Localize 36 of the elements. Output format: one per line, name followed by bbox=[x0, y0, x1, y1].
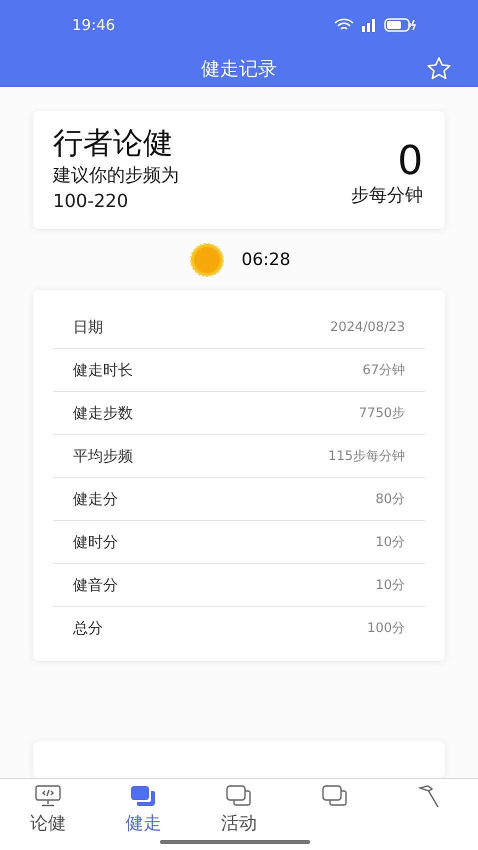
squares-icon bbox=[322, 785, 348, 807]
record-value: 10分 bbox=[375, 577, 405, 594]
record-value: 67分钟 bbox=[362, 362, 405, 380]
record-value: 100分 bbox=[367, 620, 405, 638]
record-label: 健走步数 bbox=[73, 404, 133, 423]
summary-title: 行者论健 bbox=[53, 125, 174, 163]
signal-icon bbox=[361, 18, 377, 32]
nav-tab[interactable]: 活动 bbox=[191, 779, 287, 850]
record-value: 115步每分钟 bbox=[328, 448, 405, 466]
status-time: 19:46 bbox=[72, 16, 116, 34]
wifi-icon bbox=[334, 18, 354, 32]
record-label: 平均步频 bbox=[73, 446, 133, 466]
sunrise-time: 06:28 bbox=[242, 250, 290, 270]
record-value: 10分 bbox=[375, 534, 405, 552]
cadence-range: 100-220 bbox=[53, 190, 130, 214]
record-value: 2024/08/23 bbox=[330, 320, 405, 335]
record-value: 7750步 bbox=[358, 405, 405, 422]
cadence-unit: 步每分钟 bbox=[351, 184, 423, 208]
record-value: 80分 bbox=[375, 491, 405, 508]
sun-icon bbox=[188, 242, 226, 277]
record-label: 日期 bbox=[73, 318, 103, 337]
record-label: 健走分 bbox=[73, 490, 118, 509]
nav-tab[interactable]: 健走 bbox=[96, 779, 192, 850]
page-title: 健走记录 bbox=[201, 56, 277, 82]
cadence-value: 0 bbox=[398, 139, 423, 183]
record-label: 健走时长 bbox=[73, 360, 133, 380]
nav-tab[interactable]: 论健 bbox=[0, 779, 96, 850]
record-label: 总分 bbox=[73, 618, 103, 638]
record-label: 健时分 bbox=[73, 532, 118, 552]
squares-icon bbox=[130, 785, 156, 807]
star-icon[interactable] bbox=[426, 56, 452, 82]
record-label: 健音分 bbox=[73, 576, 118, 595]
monitor-icon bbox=[34, 785, 61, 807]
squares-icon bbox=[226, 785, 252, 807]
battery-icon bbox=[384, 18, 416, 32]
advice-text: 建议你的步频为 bbox=[53, 164, 179, 188]
